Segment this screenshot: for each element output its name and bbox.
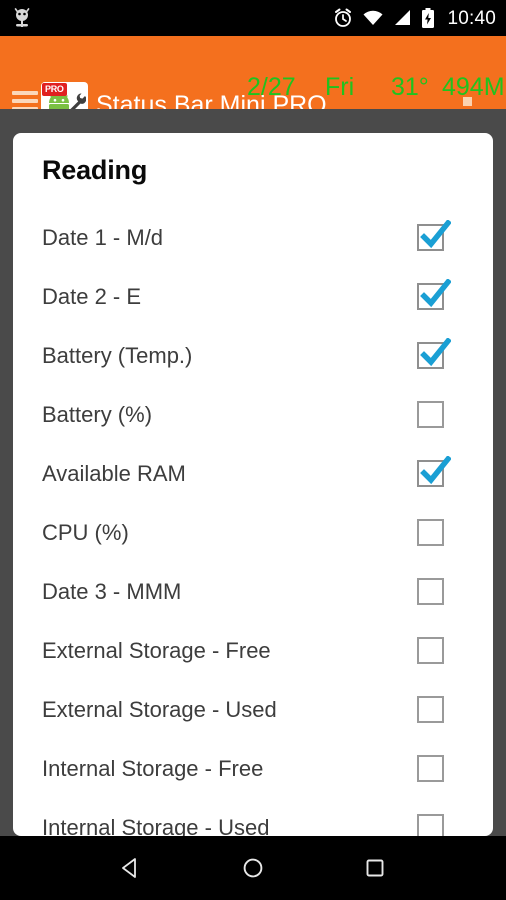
checkbox-unchecked[interactable] bbox=[417, 637, 444, 664]
hamburger-icon[interactable] bbox=[12, 91, 38, 109]
status-bar-system-icons: 10:40 bbox=[333, 7, 496, 29]
reading-card: Reading Date 1 - M/d Date 2 - E Battery (T… bbox=[13, 133, 493, 836]
wrench-icon bbox=[70, 93, 86, 109]
status-bar-notifications bbox=[12, 7, 333, 29]
reading-option-row[interactable]: Date 1 - M/d bbox=[13, 208, 493, 267]
check-icon bbox=[420, 279, 451, 308]
overflow-menu-icon[interactable] bbox=[461, 97, 474, 109]
checkbox-unchecked[interactable] bbox=[417, 578, 444, 605]
app-logo-icon: PRO 1/8 ... 3:28 bbox=[41, 82, 88, 109]
reading-option-label: Battery (Temp.) bbox=[42, 342, 193, 368]
system-status-bar: 10:40 bbox=[0, 0, 506, 36]
checkbox-checked[interactable] bbox=[417, 338, 451, 369]
checkbox-checked[interactable] bbox=[417, 456, 451, 487]
pro-badge: PRO bbox=[42, 83, 67, 96]
hamburger-line bbox=[12, 99, 38, 103]
android-notification-icon bbox=[14, 7, 30, 27]
reading-option-label: Internal Storage - Used bbox=[42, 814, 270, 837]
checkbox-checked[interactable] bbox=[417, 279, 451, 310]
check-icon bbox=[420, 338, 451, 367]
overlay-preview-temperature: 31° bbox=[391, 73, 429, 101]
reading-options-list[interactable]: Date 1 - M/d Date 2 - E Battery (Temp.) Bat… bbox=[13, 208, 493, 836]
reading-option-label: Date 3 - MMM bbox=[42, 578, 182, 604]
reading-option-row[interactable]: External Storage - Free bbox=[13, 621, 493, 680]
android-screen: 10:40 PRO 1/8 ... 3:28 bbox=[0, 0, 506, 900]
reading-option-label: Date 1 - M/d bbox=[42, 224, 164, 250]
reading-option-label: CPU (%) bbox=[42, 519, 129, 545]
reading-option-row[interactable]: Internal Storage - Used bbox=[13, 798, 493, 836]
reading-option-label: External Storage - Free bbox=[42, 637, 271, 663]
reading-option-row[interactable]: Date 3 - MMM bbox=[13, 562, 493, 621]
reading-option-row[interactable]: Battery (%) bbox=[13, 385, 493, 444]
checkbox-checked[interactable] bbox=[417, 220, 451, 251]
reading-option-row[interactable]: Battery (Temp.) bbox=[13, 326, 493, 385]
reading-option-label: Battery (%) bbox=[42, 401, 153, 427]
recents-icon[interactable] bbox=[355, 848, 395, 888]
alarm-icon bbox=[335, 8, 352, 27]
hamburger-line bbox=[12, 107, 38, 109]
reading-option-label: External Storage - Used bbox=[42, 696, 277, 722]
back-icon[interactable] bbox=[111, 848, 151, 888]
overlay-preview-date: 2/27 bbox=[247, 73, 296, 101]
overlay-preview-day: Fri bbox=[325, 73, 355, 101]
checkbox-unchecked[interactable] bbox=[417, 814, 444, 836]
checkbox-unchecked[interactable] bbox=[417, 696, 444, 723]
reading-option-label: Available RAM bbox=[42, 460, 186, 486]
hamburger-line bbox=[12, 91, 38, 95]
check-icon bbox=[420, 456, 451, 485]
checkbox-unchecked[interactable] bbox=[417, 519, 444, 546]
reading-option-row[interactable]: Internal Storage - Free bbox=[13, 739, 493, 798]
checkbox-unchecked[interactable] bbox=[417, 401, 444, 428]
battery-charging-icon bbox=[422, 7, 435, 28]
reading-option-row[interactable]: CPU (%) bbox=[13, 503, 493, 562]
status-bar-clock: 10:40 bbox=[447, 7, 496, 29]
app-bar: PRO 1/8 ... 3:28 Status Bar Mini PRO 2/2… bbox=[0, 36, 506, 109]
signal-icon bbox=[395, 10, 411, 25]
reading-option-row[interactable]: Date 2 - E bbox=[13, 267, 493, 326]
android-robot-icon bbox=[49, 95, 69, 109]
page-title: Reading bbox=[42, 155, 148, 185]
reading-option-label: Internal Storage - Free bbox=[42, 755, 264, 781]
overflow-dot bbox=[463, 97, 472, 106]
home-icon[interactable] bbox=[233, 848, 273, 888]
check-icon bbox=[420, 220, 451, 249]
wifi-icon bbox=[363, 10, 383, 25]
reading-option-row[interactable]: External Storage - Used bbox=[13, 680, 493, 739]
android-navigation-bar bbox=[0, 836, 506, 900]
checkbox-unchecked[interactable] bbox=[417, 755, 444, 782]
reading-option-label: Date 2 - E bbox=[42, 283, 142, 309]
reading-option-row[interactable]: Available RAM bbox=[13, 444, 493, 503]
